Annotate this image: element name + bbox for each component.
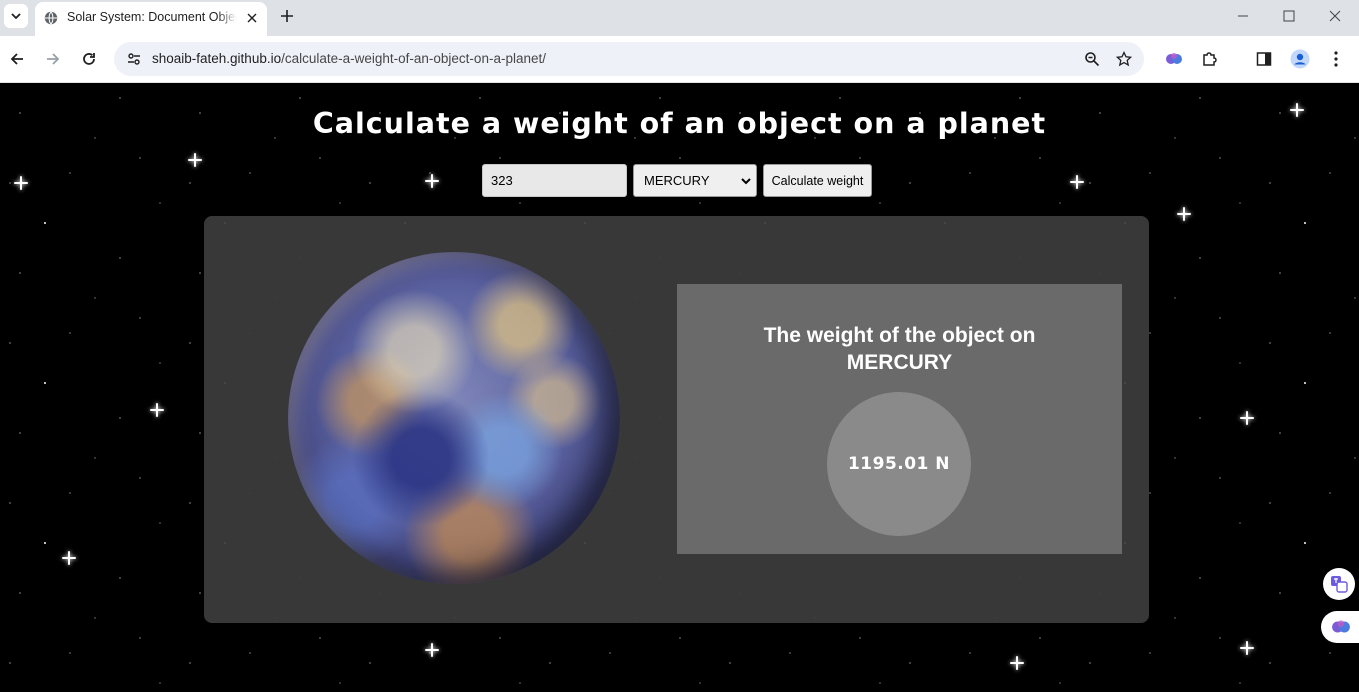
profile-icon bbox=[1290, 49, 1310, 69]
extension-brain-icon bbox=[1332, 620, 1350, 633]
active-tab[interactable]: Solar System: Document Object bbox=[35, 2, 267, 36]
star-sparkle bbox=[188, 153, 202, 167]
globe-icon bbox=[44, 11, 58, 25]
minimize-icon bbox=[1238, 15, 1248, 17]
tab-title: Solar System: Document Object bbox=[67, 10, 237, 24]
zoom-button[interactable] bbox=[1082, 49, 1102, 69]
side-panel-button[interactable] bbox=[1252, 47, 1276, 71]
star-sparkle bbox=[1070, 175, 1084, 189]
result-planet-name: MERCURY bbox=[846, 351, 953, 374]
plus-icon bbox=[281, 10, 293, 22]
star-sparkle bbox=[62, 551, 76, 565]
translate-icon bbox=[1331, 576, 1348, 593]
puzzle-icon bbox=[1203, 52, 1217, 66]
star-sparkle bbox=[150, 403, 164, 417]
site-info-icon bbox=[128, 53, 140, 65]
star-sparkle bbox=[425, 643, 439, 657]
calculate-weight-button[interactable]: Calculate weight bbox=[763, 164, 872, 197]
translate-button[interactable] bbox=[1323, 568, 1355, 600]
maximize-button[interactable] bbox=[1266, 4, 1312, 28]
new-tab-button[interactable] bbox=[277, 6, 297, 26]
maximize-icon bbox=[1283, 10, 1295, 22]
result-title: The weight of the object on MERCURY bbox=[677, 322, 1122, 376]
page-title: Calculate a weight of an object on a pla… bbox=[312, 107, 1047, 140]
close-tab-button[interactable] bbox=[243, 9, 261, 27]
url-host: shoaib-fateh.github.io bbox=[152, 51, 282, 66]
chevron-down-icon bbox=[741, 178, 751, 185]
reload-button[interactable] bbox=[77, 47, 101, 71]
zoom-icon bbox=[1085, 52, 1100, 67]
result-panel: The weight of the object on MERCURY 1195… bbox=[204, 216, 1149, 623]
forward-icon bbox=[47, 53, 60, 65]
assistant-button[interactable] bbox=[1321, 611, 1359, 643]
page-content: Calculate a weight of an object on a pla… bbox=[0, 83, 1359, 692]
bookmark-button[interactable] bbox=[1114, 49, 1134, 69]
browser-toolbar: shoaib-fateh.github.io/calculate-a-weigh… bbox=[0, 36, 1359, 83]
tab-strip: Solar System: Document Object bbox=[0, 0, 1359, 36]
result-box: The weight of the object on MERCURY 1195… bbox=[677, 284, 1122, 554]
forward-button[interactable] bbox=[41, 47, 65, 71]
star-sparkle bbox=[1240, 641, 1254, 655]
back-icon bbox=[10, 53, 23, 65]
sidepanel-icon bbox=[1256, 52, 1272, 66]
address-bar[interactable]: shoaib-fateh.github.io/calculate-a-weigh… bbox=[114, 42, 1144, 76]
result-circle: 1195.01 N bbox=[827, 392, 971, 536]
star-sparkle bbox=[425, 174, 439, 188]
planet-image bbox=[288, 252, 620, 584]
extension-button[interactable] bbox=[1162, 47, 1186, 71]
result-weight-value: 1195.01 N bbox=[847, 454, 951, 474]
star-sparkle bbox=[1240, 411, 1254, 425]
star-sparkle bbox=[14, 176, 28, 190]
site-info-button[interactable] bbox=[123, 48, 145, 70]
close-window-button[interactable] bbox=[1312, 4, 1358, 28]
planet-select-value: MERCURY bbox=[644, 173, 710, 188]
planet-select[interactable]: MERCURY bbox=[633, 164, 757, 197]
result-title-line: The weight of the object on bbox=[763, 324, 1036, 347]
profile-button[interactable] bbox=[1288, 47, 1312, 71]
close-icon bbox=[247, 13, 257, 23]
star-icon bbox=[1116, 51, 1132, 67]
minimize-button[interactable] bbox=[1220, 4, 1266, 28]
star-sparkle bbox=[1010, 656, 1024, 670]
extensions-menu-button[interactable] bbox=[1198, 47, 1222, 71]
tab-search-button[interactable] bbox=[4, 4, 28, 28]
mass-input[interactable] bbox=[482, 164, 627, 197]
reload-icon bbox=[83, 53, 95, 65]
chevron-down-icon bbox=[11, 13, 21, 20]
close-icon bbox=[1329, 10, 1341, 22]
extension-brain-icon bbox=[1166, 53, 1182, 64]
browser-menu-button[interactable] bbox=[1324, 47, 1348, 71]
back-button[interactable] bbox=[5, 47, 29, 71]
url-path: /calculate-a-weight-of-an-object-on-a-pl… bbox=[281, 51, 546, 66]
menu-icon bbox=[1334, 51, 1338, 67]
star-sparkle bbox=[1177, 207, 1191, 221]
url-text: shoaib-fateh.github.io/calculate-a-weigh… bbox=[152, 51, 546, 66]
